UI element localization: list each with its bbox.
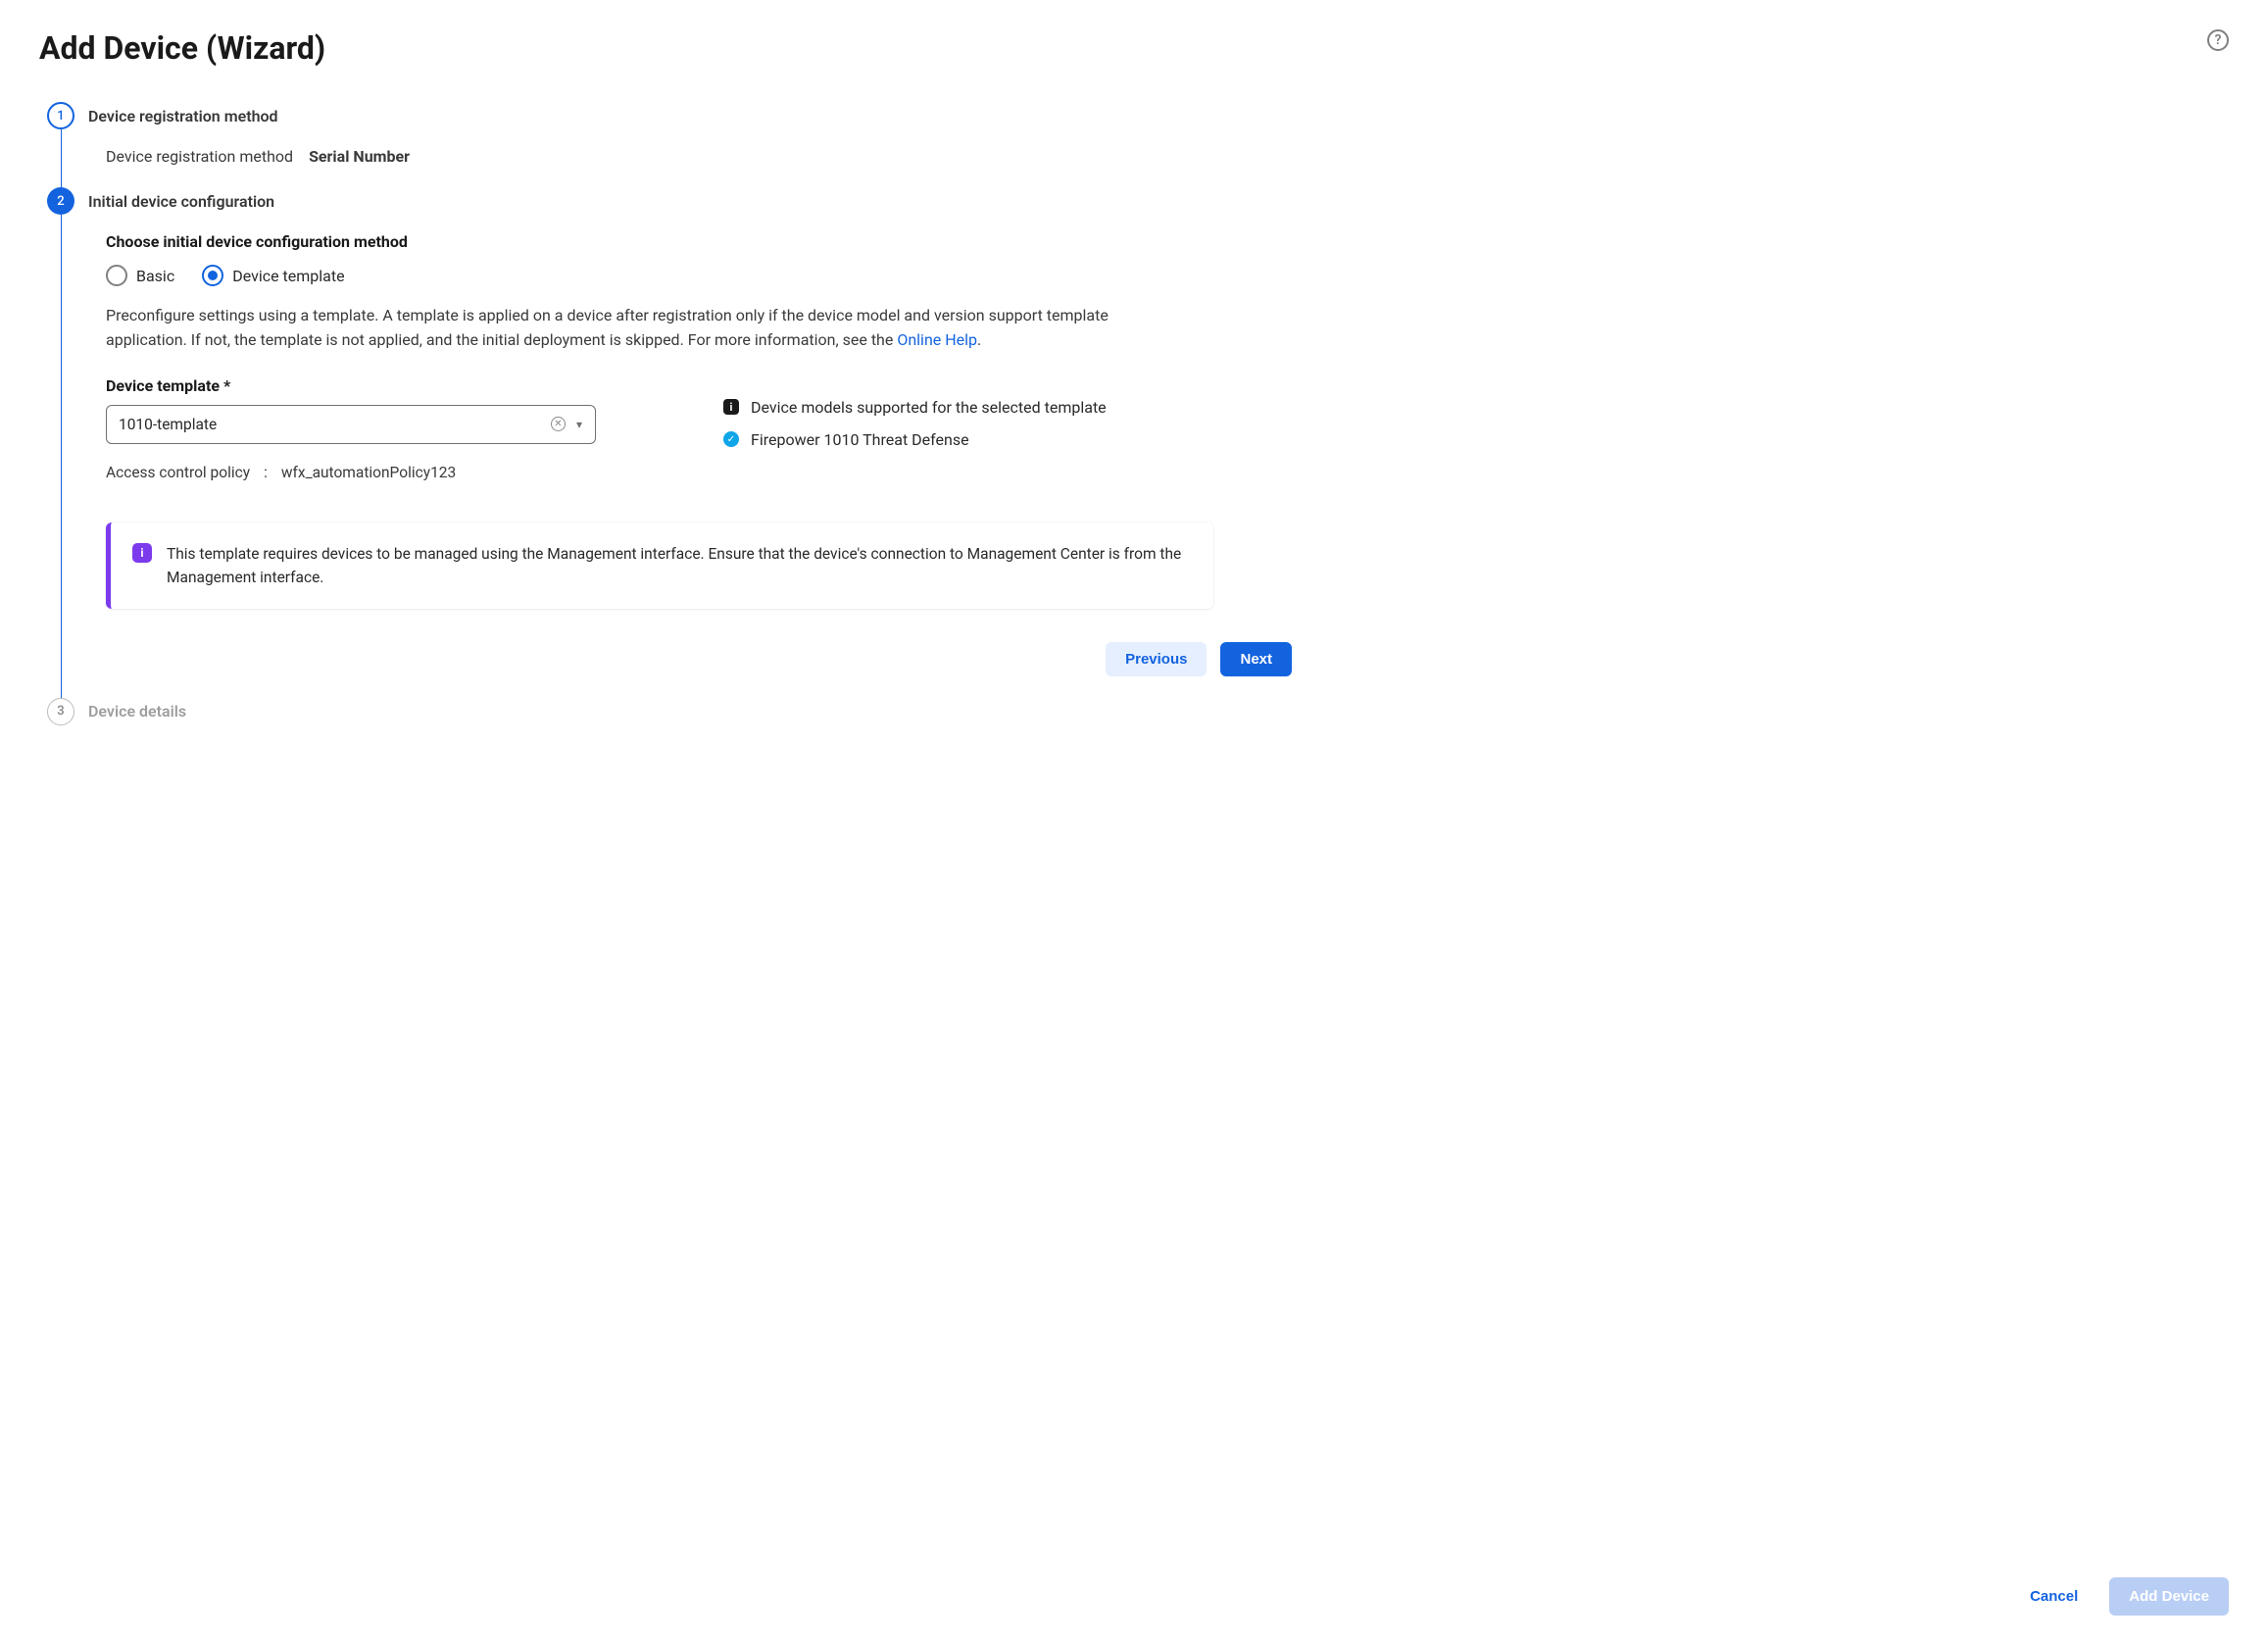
config-method-heading: Choose initial device configuration meth… [106,232,2229,251]
info-icon: i [723,399,739,415]
step-3-marker: 3 [47,698,74,725]
callout-info-icon: i [132,543,152,563]
acp-key: Access control policy [106,464,250,481]
step-1-label: Device registration method [88,107,278,125]
radio-device-template-icon [202,265,223,286]
step-1-summary-key: Device registration method [106,147,293,166]
template-description-post: . [977,330,981,349]
step-2-label: Initial device configuration [88,192,274,211]
step-1-header[interactable]: 1 Device registration method [47,102,2229,129]
callout-text: This template requires devices to be man… [167,542,1192,589]
radio-device-template[interactable]: Device template [202,265,344,286]
step-2-marker: 2 [47,187,74,215]
radio-basic[interactable]: Basic [106,265,174,286]
management-interface-callout: i This template requires devices to be m… [106,523,1213,609]
page-title: Add Device (Wizard) [39,29,325,67]
device-template-select[interactable]: 1010-template ✕ ▾ [106,405,596,444]
previous-button[interactable]: Previous [1106,642,1207,676]
supported-models-heading: Device models supported for the selected… [751,398,1107,417]
step-1-marker: 1 [47,102,74,129]
device-template-field-label: Device template * [106,376,596,395]
radio-device-template-label: Device template [232,267,344,285]
radio-basic-icon [106,265,127,286]
help-icon[interactable]: ? [2207,29,2229,51]
check-icon: ✓ [723,431,739,447]
next-button[interactable]: Next [1220,642,1292,676]
radio-basic-label: Basic [136,267,174,285]
device-template-value: 1010-template [119,416,543,433]
step-3-header: 3 Device details [47,698,2229,725]
step-1-summary-value: Serial Number [309,147,410,166]
chevron-down-icon[interactable]: ▾ [573,418,585,431]
acp-sep: : [264,464,268,481]
clear-icon[interactable]: ✕ [551,417,566,431]
template-description: Preconfigure settings using a template. … [106,304,1184,353]
acp-value: wfx_automationPolicy123 [281,464,456,481]
step-3-label: Device details [88,702,186,721]
online-help-link[interactable]: Online Help [897,330,977,349]
add-device-button[interactable]: Add Device [2109,1577,2229,1616]
step-2-header: 2 Initial device configuration [47,187,2229,215]
supported-model-item: Firepower 1010 Threat Defense [751,430,969,449]
cancel-button[interactable]: Cancel [2022,1578,2086,1615]
